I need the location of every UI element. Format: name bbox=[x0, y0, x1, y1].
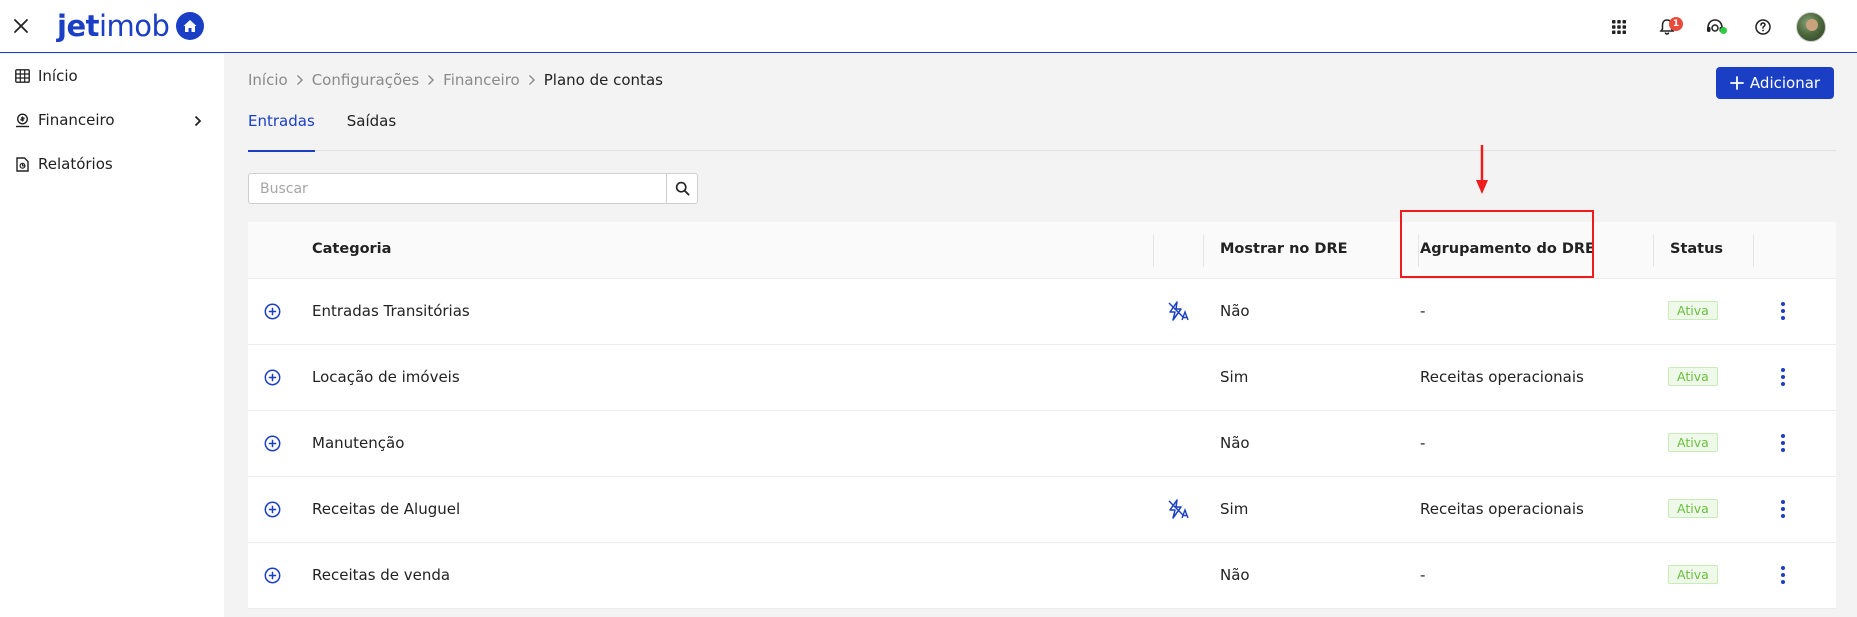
breadcrumb-item-configuracoes[interactable]: Configurações bbox=[312, 71, 419, 89]
search-icon bbox=[675, 181, 689, 196]
cell-show-dre: Não bbox=[1220, 434, 1250, 452]
more-vertical-icon[interactable] bbox=[1778, 432, 1788, 454]
cell-show-dre: Não bbox=[1220, 566, 1250, 584]
cell-category: Locação de imóveis bbox=[312, 368, 460, 386]
user-avatar[interactable] bbox=[1787, 0, 1835, 53]
table-row[interactable]: Entradas Transitórias Não - Ativa bbox=[248, 279, 1836, 345]
automatic-flash-icon bbox=[1168, 499, 1190, 519]
annotation-arrow bbox=[1472, 144, 1492, 196]
expand-plus-icon[interactable] bbox=[264, 303, 281, 320]
chevron-right-icon bbox=[194, 113, 202, 131]
cell-show-dre: Sim bbox=[1220, 500, 1249, 518]
apps-grid-icon[interactable] bbox=[1595, 0, 1643, 53]
chevron-right-icon bbox=[427, 74, 435, 86]
top-bar: jetimob 1 bbox=[0, 0, 1857, 53]
status-badge: Ativa bbox=[1668, 367, 1718, 386]
home-icon bbox=[176, 12, 205, 40]
tabs: Entradas Saídas bbox=[248, 105, 1836, 152]
cell-dre-group: - bbox=[1420, 302, 1426, 320]
plus-icon bbox=[1730, 76, 1744, 90]
breadcrumb-item-financeiro[interactable]: Financeiro bbox=[443, 71, 520, 89]
logo[interactable]: jetimob bbox=[57, 9, 205, 43]
chevron-right-icon bbox=[296, 74, 304, 86]
table-grid-icon bbox=[14, 68, 30, 84]
sidebar-item-label: Financeiro bbox=[38, 111, 115, 129]
cell-dre-group: Receitas operacionais bbox=[1420, 368, 1584, 386]
table-body: Entradas Transitórias Não - Ativa Locação de… bbox=[248, 279, 1836, 609]
header-status: Status bbox=[1670, 241, 1724, 257]
report-icon bbox=[14, 156, 30, 172]
tab-entradas[interactable]: Entradas bbox=[248, 105, 315, 152]
add-button[interactable]: Adicionar bbox=[1716, 67, 1834, 99]
cell-show-dre: Não bbox=[1220, 302, 1250, 320]
table-row[interactable]: Receitas de Aluguel Sim Receitas operacion… bbox=[248, 477, 1836, 543]
sidebar-item-label: Relatórios bbox=[38, 155, 113, 173]
table-row[interactable]: Locação de imóveis Sim Receitas operaciona… bbox=[248, 345, 1836, 411]
column-divider bbox=[1203, 234, 1204, 267]
annotation-highlight-box bbox=[1400, 210, 1594, 278]
cell-category: Receitas de venda bbox=[312, 566, 451, 584]
more-vertical-icon[interactable] bbox=[1778, 300, 1788, 322]
column-divider bbox=[1653, 234, 1654, 267]
add-button-label: Adicionar bbox=[1749, 74, 1821, 92]
expand-plus-icon[interactable] bbox=[264, 567, 281, 584]
table-row[interactable]: Manutenção Não - Ativa bbox=[248, 411, 1836, 477]
cell-dre-group: Receitas operacionais bbox=[1420, 500, 1584, 518]
expand-plus-icon[interactable] bbox=[264, 435, 281, 452]
accounts-table: Categoria Mostrar no DRE Agrupamento do … bbox=[248, 222, 1836, 609]
breadcrumb-item-inicio[interactable]: Início bbox=[248, 71, 288, 89]
breadcrumb: Início Configurações Financeiro Plano de… bbox=[248, 71, 663, 89]
table-header: Categoria Mostrar no DRE Agrupamento do … bbox=[248, 222, 1836, 279]
cell-dre-group: - bbox=[1420, 434, 1426, 452]
cell-show-dre: Sim bbox=[1220, 368, 1249, 386]
automatic-flash-icon bbox=[1168, 301, 1190, 321]
status-badge: Ativa bbox=[1668, 301, 1718, 320]
status-badge: Ativa bbox=[1668, 433, 1718, 452]
chevron-right-icon bbox=[528, 74, 536, 86]
cell-dre-group: - bbox=[1420, 566, 1426, 584]
notification-badge: 1 bbox=[1669, 17, 1683, 31]
online-status-dot bbox=[1720, 27, 1727, 34]
bell-icon[interactable]: 1 bbox=[1643, 0, 1691, 53]
column-divider bbox=[1753, 234, 1754, 267]
logo-text: jetimob bbox=[57, 9, 170, 43]
status-badge: Ativa bbox=[1668, 565, 1718, 584]
breadcrumb-current: Plano de contas bbox=[543, 71, 663, 89]
more-vertical-icon[interactable] bbox=[1778, 564, 1788, 586]
more-vertical-icon[interactable] bbox=[1778, 498, 1788, 520]
cell-category: Entradas Transitórias bbox=[312, 302, 470, 320]
expand-plus-icon[interactable] bbox=[264, 501, 281, 518]
tab-saidas[interactable]: Saídas bbox=[347, 105, 396, 151]
table-row[interactable]: Receitas de venda Não - Ativa bbox=[248, 543, 1836, 609]
header-show-dre: Mostrar no DRE bbox=[1220, 241, 1348, 257]
status-badge: Ativa bbox=[1668, 499, 1718, 518]
close-icon[interactable] bbox=[10, 15, 32, 37]
top-icons: 1 bbox=[1595, 0, 1835, 53]
help-icon[interactable] bbox=[1739, 0, 1787, 53]
column-divider bbox=[1153, 234, 1154, 267]
header-category: Categoria bbox=[312, 241, 392, 257]
search-button[interactable] bbox=[666, 173, 698, 204]
sidebar-item-inicio[interactable]: Início bbox=[0, 54, 224, 98]
more-vertical-icon[interactable] bbox=[1778, 366, 1788, 388]
cell-category: Receitas de Aluguel bbox=[312, 500, 461, 518]
sidebar-item-financeiro[interactable]: Financeiro bbox=[0, 98, 224, 142]
support-agent-icon[interactable] bbox=[1691, 0, 1739, 53]
finance-icon bbox=[14, 112, 30, 128]
expand-plus-icon[interactable] bbox=[264, 369, 281, 386]
sidebar-item-relatorios[interactable]: Relatórios bbox=[0, 142, 224, 186]
cell-category: Manutenção bbox=[312, 434, 405, 452]
sidebar-item-label: Início bbox=[38, 67, 78, 85]
search-input[interactable] bbox=[248, 173, 666, 204]
search-box bbox=[248, 173, 698, 204]
sidebar: Início Financeiro Relatórios bbox=[0, 54, 224, 617]
avatar bbox=[1796, 11, 1826, 42]
